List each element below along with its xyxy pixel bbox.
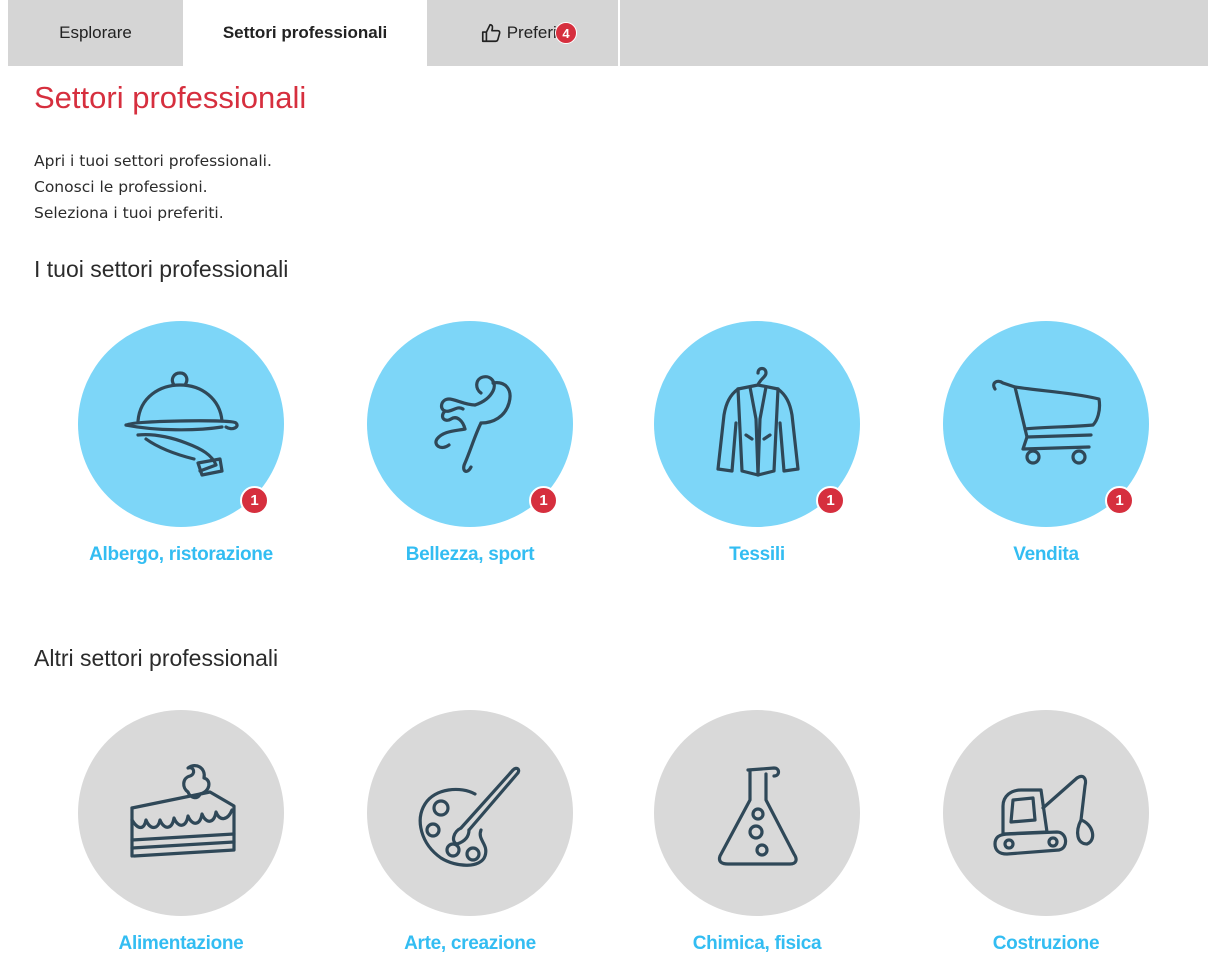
page-title: Settori professionali [34,80,307,115]
sector-card-vendita[interactable]: 1 Vendita [941,321,1151,566]
cloche-icon [124,371,239,477]
sector-circle[interactable] [78,710,284,916]
thumbs-up-icon [481,23,501,43]
tab-esplorare[interactable]: Esplorare [8,0,183,66]
jacket-icon [716,366,800,477]
sector-card-arte[interactable]: Arte, creazione [365,710,575,955]
tab-label: Esplorare [59,23,132,42]
sector-card-alimentazione[interactable]: Alimentazione [76,710,286,955]
favorite-count-badge: 1 [816,486,845,515]
sector-circle[interactable] [943,710,1149,916]
sector-circle[interactable]: 1 [943,321,1149,527]
intro-line: Apri i tuoi settori professionali. [34,152,272,170]
favorite-count-badge: 1 [240,486,269,515]
excavator-icon [993,774,1095,856]
favorites-count-badge: 4 [555,22,577,44]
sector-label: Arte, creazione [404,933,536,954]
sector-circle[interactable]: 1 [654,321,860,527]
favorite-count-badge: 1 [529,486,558,515]
intro-line: Seleziona i tuoi preferiti. [34,204,224,222]
sector-label: Chimica, fisica [692,933,822,954]
sector-label: Tessili [729,544,785,565]
sector-label: Costruzione [992,933,1100,954]
tab-settori-professionali[interactable]: Settori professionali [183,0,427,66]
tab-preferiti[interactable]: Preferiti 4 [427,0,620,66]
shopping-cart-icon [992,379,1102,465]
favorite-count-badge: 1 [1105,486,1134,515]
intro-text: Apri i tuoi settori professionali. Conos… [34,148,272,226]
sector-circle[interactable] [654,710,860,916]
my-sectors-heading: I tuoi settori professionali [34,256,289,282]
intro-line: Conosci le professioni. [34,178,208,196]
tab-label: Settori professionali [222,23,388,42]
cake-icon [130,764,236,858]
sector-label: Bellezza, sport [405,544,535,565]
sector-label: Vendita [1013,544,1079,565]
sector-circle[interactable] [367,710,573,916]
sector-card-costruzione[interactable]: Costruzione [941,710,1151,955]
sector-card-bellezza[interactable]: 1 Bellezza, sport [365,321,575,566]
sector-card-chimica[interactable]: Chimica, fisica [652,710,862,955]
flask-icon [717,766,798,866]
palette-icon [418,766,521,867]
other-sectors-heading: Altri settori professionali [34,645,279,671]
sector-label: Albergo, ristorazione [89,544,273,565]
dancer-icon [434,375,512,473]
sector-label: Alimentazione [118,933,244,954]
sector-circle[interactable]: 1 [78,321,284,527]
sector-card-tessili[interactable]: 1 Tessili [652,321,862,566]
sector-card-albergo[interactable]: 1 Albergo, ristorazione [76,321,286,566]
tab-bar: Esplorare Settori professionali Preferit… [8,0,1208,66]
sector-circle[interactable]: 1 [367,321,573,527]
